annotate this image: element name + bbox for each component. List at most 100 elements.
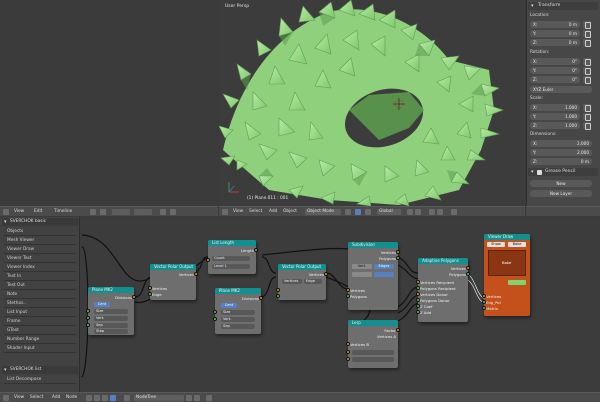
socket[interactable] bbox=[416, 310, 420, 314]
sync-icon[interactable] bbox=[160, 209, 166, 215]
tool-item[interactable]: Frame bbox=[4, 318, 76, 326]
socket[interactable] bbox=[346, 294, 350, 298]
node-button[interactable] bbox=[352, 272, 372, 277]
node-viewer-draw[interactable]: Viewer Draw Show Bake Bake Vertices Edg_… bbox=[482, 234, 530, 316]
node-button[interactable]: Cent bbox=[221, 303, 237, 308]
node-field[interactable] bbox=[352, 357, 394, 362]
socket[interactable] bbox=[396, 328, 400, 332]
node-button[interactable]: Vert. bbox=[352, 264, 372, 269]
editor-type-icon[interactable] bbox=[222, 209, 228, 215]
lock-icon[interactable] bbox=[583, 113, 591, 121]
tool-item[interactable]: Note bbox=[4, 291, 76, 299]
tool-item[interactable]: List Input bbox=[4, 309, 76, 317]
socket[interactable] bbox=[206, 258, 210, 262]
lock-icon[interactable] bbox=[583, 104, 591, 112]
start-field[interactable] bbox=[134, 209, 152, 215]
toolbox-panel-header[interactable]: ▾ SVERCHOK basic bbox=[2, 218, 78, 226]
editor-type-icon[interactable] bbox=[3, 395, 9, 401]
lock-icon[interactable] bbox=[583, 21, 591, 29]
socket[interactable] bbox=[346, 288, 350, 292]
tool-item[interactable]: Text In bbox=[4, 273, 76, 281]
tool-item[interactable]: Objects bbox=[4, 228, 76, 236]
node-menu-select[interactable]: Select bbox=[30, 395, 43, 401]
node-button[interactable]: Cent bbox=[94, 302, 110, 307]
close-icon[interactable] bbox=[194, 395, 200, 401]
socket[interactable] bbox=[482, 294, 486, 298]
socket[interactable] bbox=[213, 317, 217, 321]
socket[interactable] bbox=[194, 272, 198, 276]
node-tree-name[interactable]: NodeTree bbox=[134, 395, 184, 401]
viewport-menu-view[interactable]: View bbox=[233, 209, 243, 215]
lock-icon[interactable] bbox=[583, 122, 591, 130]
node-menu-view[interactable]: View bbox=[14, 395, 24, 401]
node-field[interactable]: Count bbox=[212, 256, 250, 261]
node-subdivision[interactable]: Subdivision Vertices Polygons Vert. Edge… bbox=[346, 242, 400, 310]
socket[interactable] bbox=[346, 357, 350, 361]
node-tree-type-icon[interactable] bbox=[86, 395, 92, 401]
scale-y[interactable]: Y: 1.000 bbox=[530, 113, 580, 120]
grease-checkbox[interactable] bbox=[537, 169, 542, 175]
node-list-length[interactable]: List Length Length Count Level 1 bbox=[206, 240, 258, 274]
mode-select[interactable]: Object Mode bbox=[305, 209, 341, 215]
node-field[interactable]: Sep bbox=[221, 324, 255, 329]
location-z[interactable]: Z: 0 m bbox=[530, 39, 580, 46]
node-field[interactable]: Vertices bbox=[282, 279, 302, 284]
play-icon[interactable] bbox=[90, 209, 96, 215]
socket[interactable] bbox=[346, 342, 350, 346]
socket[interactable] bbox=[396, 256, 400, 260]
node-field[interactable]: Vert. bbox=[94, 316, 128, 321]
viewport-menu-select[interactable]: Select bbox=[249, 209, 262, 215]
socket[interactable] bbox=[416, 304, 420, 308]
socket[interactable] bbox=[324, 272, 328, 276]
grease-new-button[interactable]: New bbox=[530, 180, 592, 187]
socket[interactable] bbox=[148, 292, 152, 296]
node-button[interactable]: Edges bbox=[374, 264, 394, 269]
viewport-menu-object[interactable]: Object bbox=[283, 209, 297, 215]
node-field[interactable]: Edge bbox=[304, 279, 322, 284]
rotation-z[interactable]: Z: 0° bbox=[530, 76, 580, 83]
color-swatch[interactable] bbox=[508, 280, 526, 285]
node-menu-node[interactable]: Node bbox=[66, 395, 77, 401]
socket[interactable] bbox=[213, 310, 217, 314]
lock-icon[interactable] bbox=[583, 67, 591, 75]
node-vector-polar-2[interactable]: Vector Polar Output Vertices Vertices Ed… bbox=[276, 264, 328, 300]
node-field[interactable]: Size bbox=[221, 310, 255, 315]
magnet-icon[interactable] bbox=[437, 209, 443, 215]
editor-type-icon[interactable] bbox=[3, 209, 9, 215]
node-button[interactable] bbox=[374, 272, 394, 277]
socket[interactable] bbox=[259, 296, 263, 300]
render-icon[interactable] bbox=[451, 209, 457, 215]
layer-icon[interactable] bbox=[407, 209, 413, 215]
socket[interactable] bbox=[416, 292, 420, 296]
bake-toggle[interactable]: Bake bbox=[508, 242, 526, 247]
snap-icon[interactable] bbox=[206, 395, 212, 401]
dimensions-y[interactable]: Y: 2.000 bbox=[530, 149, 592, 156]
socket[interactable] bbox=[276, 294, 280, 298]
node-tree-type-icon[interactable] bbox=[102, 395, 108, 401]
node-field[interactable]: Level 1 bbox=[212, 264, 250, 269]
socket[interactable] bbox=[86, 323, 90, 327]
show-toggle[interactable]: Show bbox=[487, 242, 505, 247]
socket[interactable] bbox=[276, 288, 280, 292]
tool-item[interactable]: Stethos.. bbox=[4, 300, 76, 308]
viewport-menu-add[interactable]: Add bbox=[269, 209, 277, 215]
socket[interactable] bbox=[86, 309, 90, 313]
scale-z[interactable]: Z: 1.000 bbox=[530, 122, 580, 129]
tool-item[interactable]: Viewer Index bbox=[4, 264, 76, 272]
socket[interactable] bbox=[416, 286, 420, 290]
key-icon[interactable] bbox=[170, 209, 176, 215]
node-field[interactable]: Sep bbox=[94, 323, 128, 328]
node-field[interactable]: Step bbox=[94, 329, 128, 334]
sverchok-icon[interactable] bbox=[110, 395, 116, 401]
tool-item[interactable]: Mesh Viewer bbox=[4, 237, 76, 245]
socket[interactable] bbox=[416, 280, 420, 284]
toolbox-list-panel-header[interactable]: ▾ SVERCHOK list bbox=[2, 366, 78, 374]
socket[interactable] bbox=[148, 286, 152, 290]
rotation-y[interactable]: Y: 0° bbox=[530, 67, 580, 74]
lock-icon[interactable] bbox=[583, 39, 591, 47]
socket[interactable] bbox=[466, 266, 470, 270]
node-field[interactable]: Size bbox=[94, 309, 128, 314]
transform-panel-header[interactable]: ▾ Transform bbox=[528, 2, 598, 10]
tool-item[interactable]: Text Out bbox=[4, 282, 76, 290]
lock-icon[interactable] bbox=[583, 58, 591, 66]
